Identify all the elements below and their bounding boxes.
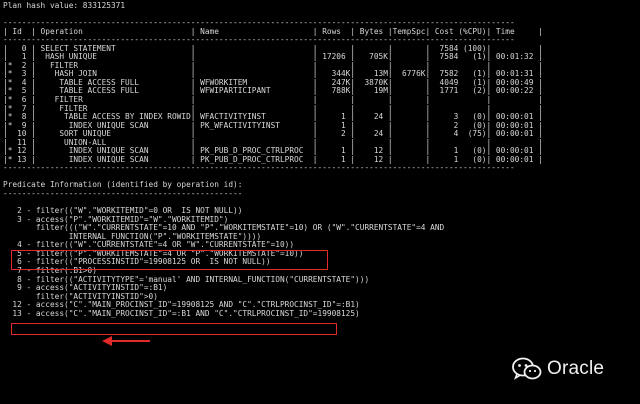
watermark: Oracle	[512, 357, 604, 381]
watermark-text: Oracle	[547, 358, 605, 379]
highlight-box-predicate-6	[11, 323, 337, 335]
terminal-output[interactable]: Plan hash value: 833125371 -------------…	[3, 1, 640, 404]
terminal-line: Plan hash value: 833125371	[3, 1, 126, 10]
highlight-box-predicate-2	[11, 250, 328, 270]
terminal-line: ----------------------------------------…	[3, 189, 243, 199]
terminal-line: ----------------------------------------…	[3, 163, 515, 173]
terminal-line: 13 - access("C"."MAIN_PROCINST_ID"=:B1 A…	[3, 308, 360, 318]
arrow-left-icon	[102, 336, 150, 346]
wechat-icon	[512, 357, 542, 380]
